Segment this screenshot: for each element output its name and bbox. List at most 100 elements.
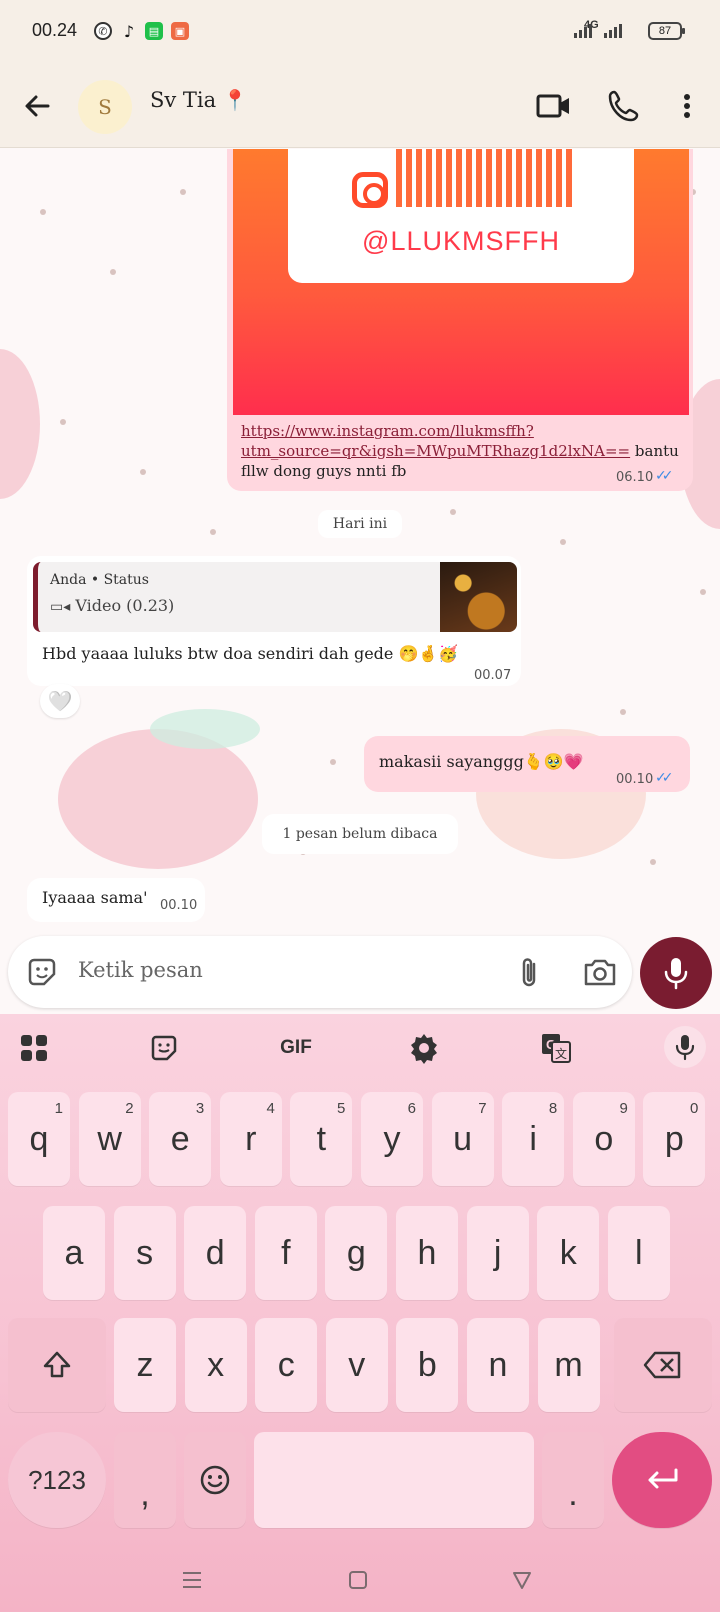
- voice-call-button[interactable]: [604, 86, 644, 126]
- contact-name[interactable]: Sv Tia 📍: [150, 88, 248, 112]
- keyboard-gif-button[interactable]: GIF: [274, 1030, 318, 1066]
- key-number-hint: 2: [125, 1100, 134, 1117]
- enter-key[interactable]: [612, 1432, 712, 1528]
- key-i[interactable]: i8: [502, 1092, 565, 1186]
- period-key[interactable]: .: [542, 1432, 604, 1528]
- key-number-hint: 8: [548, 1100, 558, 1117]
- key-x[interactable]: x: [184, 1318, 247, 1412]
- microphone-icon: [675, 1035, 695, 1061]
- voice-record-button[interactable]: [640, 937, 712, 1009]
- shift-key[interactable]: [8, 1318, 106, 1412]
- paperclip-icon: [522, 958, 536, 987]
- key-q[interactable]: q1: [8, 1092, 70, 1186]
- emoji-key[interactable]: [184, 1432, 246, 1528]
- key-number-hint: 1: [54, 1100, 63, 1117]
- more-options-button[interactable]: [672, 86, 702, 126]
- key-p[interactable]: p0: [643, 1092, 706, 1186]
- quote-subtitle: ▭◂ Video (0.23): [50, 596, 174, 615]
- key-s[interactable]: s: [113, 1206, 176, 1300]
- key-h[interactable]: h: [396, 1206, 458, 1300]
- enter-icon: [648, 1468, 678, 1489]
- emoji-button[interactable]: [24, 954, 60, 990]
- key-label: u: [453, 1119, 473, 1158]
- key-k[interactable]: k: [537, 1206, 600, 1300]
- backspace-key[interactable]: [614, 1318, 712, 1412]
- key-j[interactable]: j: [466, 1206, 529, 1300]
- key-y[interactable]: y6: [361, 1092, 423, 1186]
- message-input[interactable]: Ketik pesan: [78, 958, 203, 982]
- key-u[interactable]: u7: [431, 1092, 494, 1186]
- key-label: m: [554, 1345, 583, 1384]
- key-label: l: [635, 1233, 643, 1272]
- key-e[interactable]: e3: [149, 1092, 212, 1186]
- date-chip: Hari ini: [318, 510, 402, 538]
- key-label: e: [170, 1119, 190, 1158]
- key-label: v: [348, 1345, 366, 1384]
- keyboard-translate-button[interactable]: G文: [536, 1030, 576, 1066]
- key-number-hint: 6: [407, 1100, 416, 1117]
- video-camera-icon: [536, 94, 569, 118]
- shift-icon: [43, 1351, 71, 1378]
- status-time: 00.24: [32, 20, 78, 40]
- key-label: c: [277, 1345, 295, 1384]
- key-n[interactable]: n: [467, 1318, 529, 1412]
- quote-title: Anda • Status: [50, 572, 149, 588]
- key-label: r: [245, 1119, 257, 1158]
- key-label: w: [97, 1119, 122, 1158]
- message-text: https://www.instagram.com/llukmsffh?utm_…: [241, 421, 681, 481]
- translate-icon: G文: [542, 1034, 571, 1063]
- comma-key[interactable]: ,: [114, 1432, 176, 1528]
- key-l[interactable]: l: [607, 1206, 670, 1300]
- video-call-button[interactable]: [534, 86, 574, 126]
- apps-grid-icon: [21, 1035, 47, 1061]
- key-label: b: [417, 1345, 437, 1384]
- qr-code: [396, 149, 572, 207]
- key-g[interactable]: g: [325, 1206, 388, 1300]
- key-r[interactable]: r4: [219, 1092, 282, 1186]
- key-label: a: [64, 1233, 84, 1272]
- keyboard-voice-button[interactable]: [664, 1026, 706, 1068]
- svg-text:文: 文: [555, 1046, 567, 1061]
- reaction-heart-icon[interactable]: 🤍: [40, 684, 80, 718]
- key-z[interactable]: z: [114, 1318, 176, 1412]
- key-c[interactable]: c: [255, 1318, 318, 1412]
- back-nav-button[interactable]: [502, 1562, 542, 1598]
- whatsapp-icon: ✆: [94, 22, 112, 40]
- key-label: p: [664, 1119, 684, 1158]
- camera-icon: [584, 959, 616, 986]
- key-number-hint: 7: [478, 1100, 487, 1117]
- keyboard-apps-button[interactable]: [14, 1030, 54, 1066]
- attach-button[interactable]: [512, 954, 548, 990]
- key-label: k: [559, 1233, 577, 1272]
- key-number-hint: 0: [690, 1100, 699, 1117]
- message-time: 06.10: [616, 470, 654, 485]
- camera-button[interactable]: [580, 954, 620, 990]
- keyboard-sticker-button[interactable]: [144, 1030, 184, 1066]
- key-m[interactable]: m: [537, 1318, 600, 1412]
- keyboard-settings-button[interactable]: [404, 1030, 444, 1066]
- quote-subtitle-text: Video (0.23): [75, 596, 175, 615]
- avatar[interactable]: S: [78, 80, 132, 134]
- key-label: z: [136, 1345, 154, 1384]
- key-d[interactable]: d: [184, 1206, 247, 1300]
- home-button[interactable]: [338, 1562, 378, 1598]
- square-icon: [349, 1571, 367, 1589]
- message-time: 00.07: [474, 668, 512, 683]
- instagram-link[interactable]: https://www.instagram.com/llukmsffh?utm_…: [241, 422, 630, 460]
- symbols-key[interactable]: ?123: [8, 1432, 106, 1528]
- space-key[interactable]: [254, 1432, 534, 1528]
- key-a[interactable]: a: [43, 1206, 105, 1300]
- arrow-left-icon: [25, 95, 50, 117]
- key-t[interactable]: t5: [290, 1092, 353, 1186]
- key-number-hint: 5: [337, 1100, 346, 1117]
- key-number-hint: 4: [266, 1100, 275, 1117]
- key-w[interactable]: w2: [78, 1092, 141, 1186]
- key-o[interactable]: o9: [572, 1092, 635, 1186]
- key-v[interactable]: v: [325, 1318, 388, 1412]
- message-text: Iyaaaa sama': [42, 888, 148, 907]
- contact-name-text: Sv Tia: [150, 88, 217, 112]
- key-f[interactable]: f: [254, 1206, 317, 1300]
- back-button[interactable]: [18, 86, 58, 126]
- recents-button[interactable]: [172, 1562, 212, 1598]
- key-b[interactable]: b: [396, 1318, 459, 1412]
